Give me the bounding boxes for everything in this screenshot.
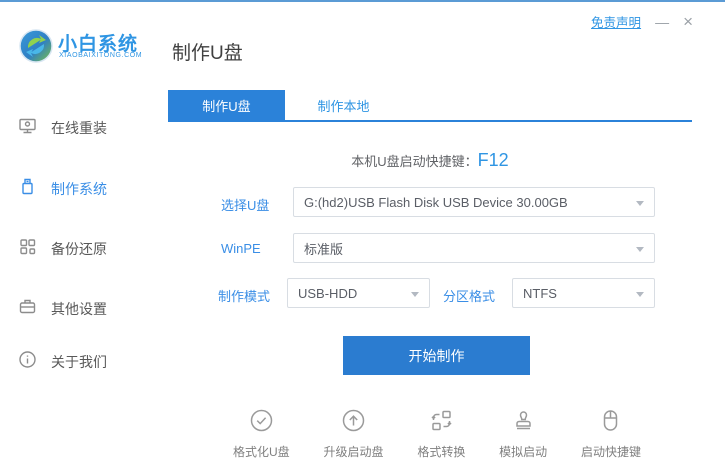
sidebar-item-other-settings[interactable]: 其他设置 (18, 297, 107, 321)
disclaimer-link[interactable]: 免责声明 (591, 12, 641, 31)
sidebar-item-backup-restore[interactable]: 备份还原 (18, 237, 107, 261)
close-button[interactable]: × (683, 13, 693, 30)
sidebar-item-label: 其他设置 (51, 301, 107, 317)
stamp-icon (511, 408, 536, 438)
tool-boot-hotkey[interactable]: 启动快捷键 (581, 408, 641, 460)
partition-format-label: 分区格式 (443, 289, 496, 304)
usb-select-value: G:(hd2)USB Flash Disk USB Device 30.00GB (304, 194, 568, 210)
winpe-label: WinPE (221, 241, 261, 256)
tool-upgrade-boot-disk[interactable]: 升级启动盘 (323, 408, 384, 460)
make-mode-dropdown[interactable]: USB-HDD (287, 278, 430, 308)
chevron-down-icon (636, 292, 644, 297)
app-logo-icon (18, 28, 54, 64)
sidebar-item-online-reinstall[interactable]: 在线重装 (18, 116, 107, 140)
sidebar-item-label: 关于我们 (51, 354, 107, 370)
bottom-toolbar: 格式化U盘 升级启动盘 格式转换 模拟启动 启动快捷键 (233, 408, 641, 460)
tool-simulate-boot[interactable]: 模拟启动 (499, 408, 547, 460)
tab-make-usb[interactable]: 制作U盘 (168, 90, 285, 120)
tool-label: 升级启动盘 (323, 445, 384, 459)
usb-select-dropdown[interactable]: G:(hd2)USB Flash Disk USB Device 30.00GB (293, 187, 655, 217)
boot-hotkey-line: 本机U盘启动快捷键：F12 (168, 150, 692, 171)
brand-domain: XIAOBAIXITONG.COM (59, 52, 143, 59)
tool-label: 格式转换 (417, 445, 466, 459)
minimize-button[interactable]: — (655, 15, 669, 29)
sidebar-item-make-system[interactable]: 制作系统 (18, 177, 107, 201)
check-circle-icon (249, 408, 274, 438)
start-make-button[interactable]: 开始制作 (343, 336, 530, 375)
tab-make-local[interactable]: 制作本地 (285, 90, 402, 120)
sidebar-item-about-us[interactable]: 关于我们 (18, 350, 107, 374)
tool-format-convert[interactable]: 格式转换 (417, 408, 465, 460)
info-icon (18, 350, 37, 374)
make-mode-label: 制作模式 (218, 289, 271, 304)
winpe-value: 标准版 (304, 241, 344, 257)
mouse-icon (598, 408, 623, 438)
tab-bar: 制作U盘 制作本地 (168, 90, 692, 122)
partition-format-dropdown[interactable]: NTFS (512, 278, 655, 308)
sidebar-item-label: 在线重装 (51, 120, 107, 136)
winpe-dropdown[interactable]: 标准版 (293, 233, 655, 263)
sidebar-item-label: 备份还原 (51, 241, 107, 257)
chevron-down-icon (636, 247, 644, 252)
app-window: 免责声明 — × 小白系统 XIAOBAIXITONG.COM 制作U盘 在线重… (0, 0, 725, 471)
page-title: 制作U盘 (172, 43, 243, 64)
upload-circle-icon (341, 408, 366, 438)
tool-format-usb[interactable]: 格式化U盘 (233, 408, 290, 460)
window-controls: 免责声明 — × (591, 12, 693, 31)
chevron-down-icon (411, 292, 419, 297)
usb-drive-icon (18, 177, 37, 201)
tool-label: 模拟启动 (499, 445, 548, 459)
tool-label: 启动快捷键 (580, 445, 641, 459)
convert-icon (429, 408, 454, 438)
make-mode-value: USB-HDD (298, 285, 358, 301)
tool-label: 格式化U盘 (233, 445, 290, 459)
usb-select-label: 选择U盘 (221, 198, 270, 213)
monitor-icon (18, 116, 37, 140)
grid-icon (18, 237, 37, 261)
partition-format-value: NTFS (523, 285, 557, 301)
sidebar-item-label: 制作系统 (51, 181, 107, 197)
boot-hotkey-prefix: 本机U盘启动快捷键： (351, 154, 478, 169)
chevron-down-icon (636, 201, 644, 206)
briefcase-icon (18, 297, 37, 321)
boot-hotkey-value: F12 (477, 150, 509, 170)
